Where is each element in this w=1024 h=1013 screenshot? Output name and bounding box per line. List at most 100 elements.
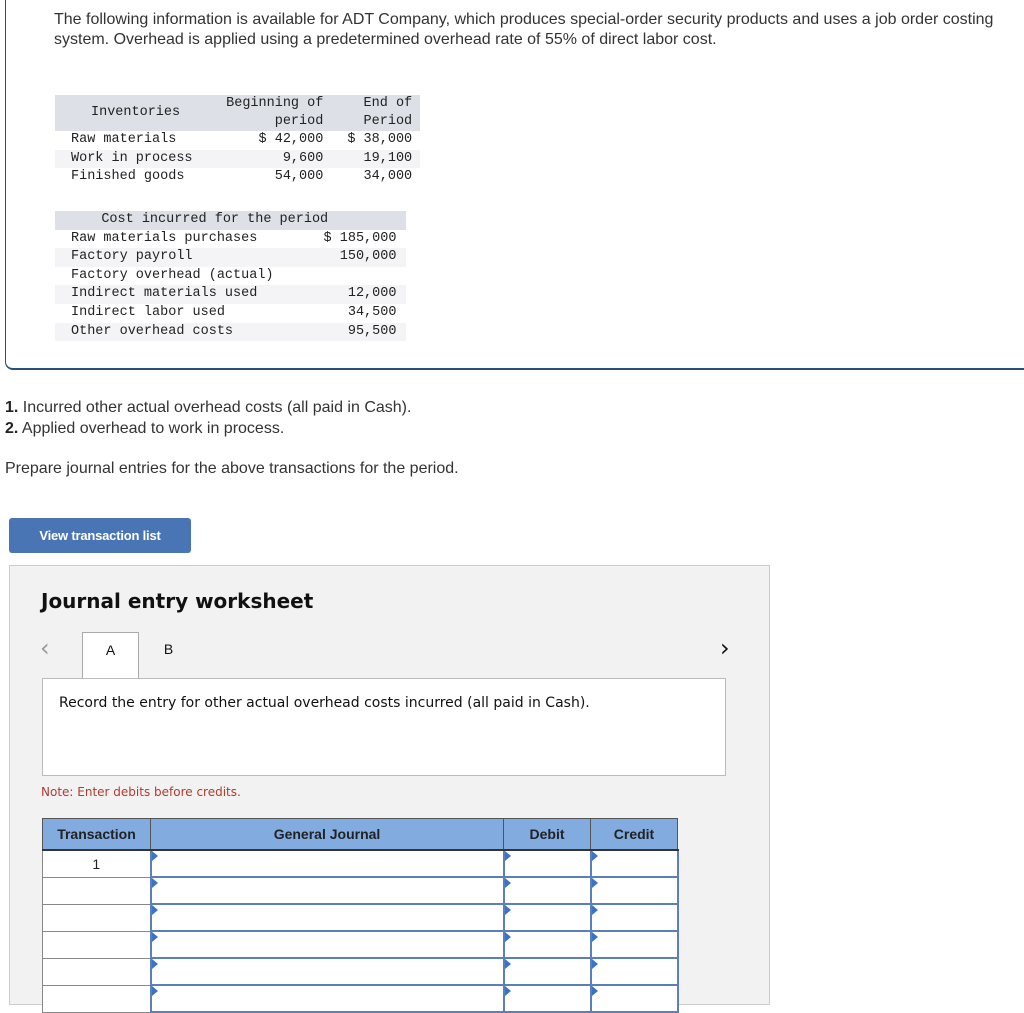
debit-input[interactable] xyxy=(502,876,592,905)
account-input[interactable] xyxy=(149,903,505,932)
cost-row: Factory payroll 150,000 xyxy=(55,248,407,267)
flag-icon xyxy=(591,905,598,915)
step-text: Incurred other actual overhead costs (al… xyxy=(18,399,412,416)
debit-field[interactable] xyxy=(504,986,590,1011)
inventory-row: Finished goods 54,000 34,000 xyxy=(55,168,420,187)
debit-input[interactable] xyxy=(502,849,592,878)
transaction-steps: 1. Incurred other actual overhead costs … xyxy=(5,397,411,439)
journal-entry-worksheet: Journal entry worksheet ‹ A B › Record t… xyxy=(9,565,770,1013)
account-field[interactable] xyxy=(151,878,503,903)
credit-input[interactable] xyxy=(589,849,679,878)
credit-input[interactable] xyxy=(589,930,679,959)
inventories-header-label: Inventories xyxy=(55,95,211,131)
cost-label: Indirect labor used xyxy=(71,304,225,320)
costs-header: Cost incurred for the period xyxy=(55,211,407,230)
journal-row: 1 xyxy=(42,849,679,878)
cost-value: 150,000 xyxy=(283,248,407,267)
dropdown-flag-icon xyxy=(151,959,158,969)
debit-input[interactable] xyxy=(502,957,592,986)
debit-field[interactable] xyxy=(504,959,590,984)
inventory-end: 19,100 xyxy=(331,149,421,169)
instructions: Prepare journal entries for the above tr… xyxy=(5,460,459,477)
credit-field[interactable] xyxy=(591,905,677,930)
credit-field[interactable] xyxy=(591,986,677,1011)
journal-table: Transaction General Journal Debit Credit… xyxy=(42,818,679,1013)
transaction-number xyxy=(42,903,151,932)
header-debit: Debit xyxy=(503,818,591,851)
flag-icon xyxy=(591,878,598,888)
account-input[interactable] xyxy=(149,876,505,905)
worksheet-title: Journal entry worksheet xyxy=(41,589,314,613)
inventory-label: Finished goods xyxy=(71,169,185,185)
debit-field[interactable] xyxy=(504,878,590,903)
step-item: 1. Incurred other actual overhead costs … xyxy=(5,397,411,418)
credit-field[interactable] xyxy=(591,932,677,957)
debit-field[interactable] xyxy=(504,851,590,876)
flag-icon xyxy=(504,878,511,888)
credit-input[interactable] xyxy=(589,903,679,932)
credit-input[interactable] xyxy=(589,984,679,1013)
inventory-label: Raw materials xyxy=(71,132,177,147)
cost-row: Factory overhead (actual) xyxy=(55,267,406,286)
chevron-right-icon[interactable]: › xyxy=(720,634,730,662)
header-transaction: Transaction xyxy=(42,818,151,851)
step-number: 1. xyxy=(5,399,19,416)
costs-header-row: Cost incurred for the period xyxy=(55,211,407,230)
dropdown-flag-icon xyxy=(151,986,158,996)
entry-prompt: Record the entry for other actual overhe… xyxy=(59,695,590,711)
inventory-end: 34,000 xyxy=(363,169,413,185)
inventories-header-beginning: Beginning of period xyxy=(210,95,332,131)
view-transaction-list-button[interactable]: View transaction list xyxy=(9,518,191,553)
flag-icon xyxy=(591,959,598,969)
journal-row xyxy=(42,930,679,959)
credit-input[interactable] xyxy=(589,876,679,905)
inventories-header-end: End of Period xyxy=(331,95,421,131)
costs-table: Cost incurred for the period Raw materia… xyxy=(55,211,407,342)
journal-row xyxy=(42,984,679,1013)
account-field[interactable] xyxy=(151,986,503,1011)
inventory-beginning: $ 42,000 xyxy=(258,132,324,147)
credit-field[interactable] xyxy=(591,959,677,984)
debit-input[interactable] xyxy=(502,984,592,1013)
cost-label: Factory overhead (actual) xyxy=(71,267,274,283)
inventory-label: Work in process xyxy=(55,149,211,169)
debit-input[interactable] xyxy=(502,903,592,932)
cost-row: Indirect materials used 12,000 xyxy=(55,285,407,304)
flag-icon xyxy=(504,986,511,996)
account-field[interactable] xyxy=(151,932,503,957)
inventory-row: Raw materials $ 42,000 $ 38,000 xyxy=(55,131,420,150)
cost-value xyxy=(284,267,407,286)
account-input[interactable] xyxy=(149,849,505,878)
account-input[interactable] xyxy=(149,984,505,1013)
credit-field[interactable] xyxy=(591,851,677,876)
debits-note: Note: Enter debits before credits. xyxy=(41,785,241,799)
cost-value: 12,000 xyxy=(283,285,407,304)
tab-a[interactable]: A xyxy=(82,632,139,678)
cost-value: 95,500 xyxy=(283,322,407,342)
transaction-number xyxy=(42,876,151,905)
journal-row xyxy=(42,903,679,932)
chevron-left-icon[interactable]: ‹ xyxy=(40,634,50,662)
dropdown-flag-icon xyxy=(151,905,158,915)
account-field[interactable] xyxy=(151,905,503,930)
tab-b[interactable]: B xyxy=(140,632,197,678)
account-field[interactable] xyxy=(151,851,503,876)
credit-input[interactable] xyxy=(589,957,679,986)
account-input[interactable] xyxy=(149,957,505,986)
transaction-number xyxy=(42,984,151,1013)
step-number: 2. xyxy=(5,420,19,437)
journal-row xyxy=(42,876,679,905)
credit-field[interactable] xyxy=(591,878,677,903)
entry-prompt-box: Record the entry for other actual overhe… xyxy=(42,678,726,776)
flag-icon xyxy=(504,959,511,969)
inventory-beginning: 54,000 xyxy=(274,169,324,185)
debit-field[interactable] xyxy=(504,932,590,957)
account-input[interactable] xyxy=(149,930,505,959)
account-field[interactable] xyxy=(151,959,503,984)
cost-label: Indirect materials used xyxy=(55,285,284,304)
inventories-table: Inventories Beginning of period End of P… xyxy=(55,95,421,187)
debit-field[interactable] xyxy=(504,905,590,930)
step-text: Applied overhead to work in process. xyxy=(18,420,285,437)
debit-input[interactable] xyxy=(502,930,592,959)
header-general-journal: General Journal xyxy=(150,818,504,851)
